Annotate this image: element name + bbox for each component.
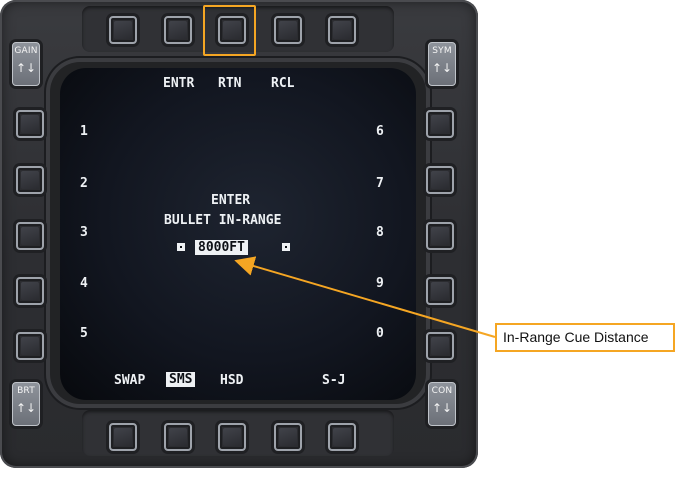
up-down-arrow-icon: ↑↓ <box>15 401 37 415</box>
keypad-4-label: 4 <box>80 276 88 291</box>
scratchpad-left-marker-icon <box>177 243 185 251</box>
keypad-5-label: 5 <box>80 326 88 341</box>
osb-20-button[interactable] <box>16 110 44 138</box>
osb-2-button[interactable] <box>164 16 192 44</box>
osb-15-button[interactable] <box>109 423 137 451</box>
brt-rocker-switch[interactable]: BRT ↑↓ <box>12 382 40 426</box>
sms-label: SMS <box>166 372 196 387</box>
hsd-label: HSD <box>220 373 244 388</box>
scratchpad-value: 8000FT <box>195 240 248 255</box>
enter-prompt-line: ENTER <box>211 193 251 208</box>
bullet-in-range-prompt: BULLET IN-RANGE <box>164 213 282 228</box>
up-down-arrow-icon: ↑↓ <box>431 61 453 75</box>
keypad-1-label: 1 <box>80 124 88 139</box>
sym-label: SYM <box>432 46 452 56</box>
keypad-3-label: 3 <box>80 225 88 240</box>
entr-label: ENTR <box>163 76 195 91</box>
keypad-7-label: 7 <box>376 176 384 191</box>
osb-12-button[interactable] <box>274 423 302 451</box>
in-range-cue-callout: In-Range Cue Distance <box>495 323 675 352</box>
keypad-0-label: 0 <box>376 326 384 341</box>
sj-label: S-J <box>322 373 346 388</box>
keypad-8-label: 8 <box>376 225 384 240</box>
osb-10-button[interactable] <box>426 332 454 360</box>
osb-4-button[interactable] <box>274 16 302 44</box>
osb-18-button[interactable] <box>16 222 44 250</box>
sym-rocker-switch[interactable]: SYM ↑↓ <box>428 42 456 86</box>
osb-17-button[interactable] <box>16 277 44 305</box>
osb-1-button[interactable] <box>109 16 137 44</box>
osb-3-highlight-frame <box>203 5 256 56</box>
osb-13-button[interactable] <box>218 423 246 451</box>
rcl-label: RCL <box>271 76 295 91</box>
gain-label: GAIN <box>14 46 38 56</box>
gain-rocker-switch[interactable]: GAIN ↑↓ <box>12 42 40 86</box>
up-down-arrow-icon: ↑↓ <box>15 61 37 75</box>
up-down-arrow-icon: ↑↓ <box>431 401 453 415</box>
osb-14-button[interactable] <box>164 423 192 451</box>
osb-11-button[interactable] <box>328 423 356 451</box>
osb-16-button[interactable] <box>16 332 44 360</box>
brt-label: BRT <box>17 386 35 396</box>
con-rocker-switch[interactable]: CON ↑↓ <box>428 382 456 426</box>
osb-5-button[interactable] <box>328 16 356 44</box>
swap-label: SWAP <box>114 373 146 388</box>
osb-9-button[interactable] <box>426 277 454 305</box>
osb-6-button[interactable] <box>426 110 454 138</box>
keypad-2-label: 2 <box>80 176 88 191</box>
rtn-label: RTN <box>218 76 242 91</box>
keypad-6-label: 6 <box>376 124 384 139</box>
osb-7-button[interactable] <box>426 166 454 194</box>
osb-8-button[interactable] <box>426 222 454 250</box>
keypad-9-label: 9 <box>376 276 384 291</box>
scratchpad-right-marker-icon <box>282 243 290 251</box>
osb-19-button[interactable] <box>16 166 44 194</box>
con-label: CON <box>431 386 453 396</box>
mfd-screen <box>60 68 416 400</box>
